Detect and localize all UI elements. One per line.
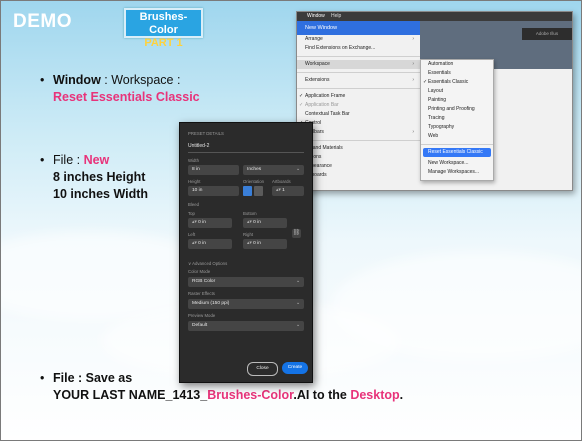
height-label: Height — [188, 179, 201, 184]
badge-title: Brushes-Color — [139, 11, 188, 36]
new-document-dialog: PRESET DETAILS Untitled-2 Width 8 in Inc… — [179, 122, 313, 383]
menu-item-control[interactable]: Control — [297, 119, 420, 128]
width-label: Width — [188, 158, 199, 163]
app-title-bar: Adobe Illus — [522, 28, 572, 40]
height-input[interactable]: 10 in — [188, 186, 239, 196]
raster-effects-select[interactable]: Medium (150 ppi) ⌄ — [188, 299, 304, 309]
submenu-tracing[interactable]: Tracing — [421, 114, 493, 123]
preview-mode-select[interactable]: Default ⌄ — [188, 321, 304, 331]
units-select[interactable]: Inches ⌄ — [243, 165, 304, 175]
landscape-orientation-icon[interactable] — [254, 186, 263, 196]
bleed-top-label: Top — [188, 211, 195, 216]
submenu-layout[interactable]: Layout — [421, 87, 493, 96]
submenu-web[interactable]: Web — [421, 132, 493, 141]
badge-part: PART 1 — [144, 37, 183, 49]
raster-effects-label: Raster Effects — [188, 291, 215, 296]
color-mode-label: Color Mode — [188, 269, 211, 274]
color-mode-select[interactable]: RGB Color ⌄ — [188, 277, 304, 287]
orientation-label: Orientation — [243, 179, 265, 184]
menubar-help[interactable]: Help — [331, 13, 341, 19]
menu-item-arrange[interactable]: Arrange › — [297, 35, 420, 44]
menu-item-find-extensions[interactable]: Find Extensions on Exchange... — [297, 44, 420, 53]
artboards-input[interactable]: ▴▾ 1 — [272, 186, 304, 196]
bullet-window: • Window : Workspace : Reset Essentials … — [40, 73, 200, 104]
height-instruction: 8 inches Height — [53, 170, 146, 184]
menu-item-appearance[interactable]: Appearance — [297, 162, 420, 171]
bleed-left-input[interactable]: ▴▾ 0 in — [188, 239, 232, 249]
window-menu-screenshot: Window Help New Window Adobe Illus Arran… — [296, 11, 573, 191]
close-button[interactable]: Close — [247, 362, 278, 376]
menu-item-extensions[interactable]: Extensions › — [297, 76, 420, 85]
new-label: New — [83, 153, 110, 167]
bleed-bottom-label: Bottom — [243, 211, 257, 216]
width-input[interactable]: 8 in — [188, 165, 239, 175]
menu-item-contextual-task-bar[interactable]: Contextual Task Bar — [297, 110, 420, 119]
submenu-manage-workspaces[interactable]: Manage Workspaces... — [421, 168, 493, 177]
submenu-painting[interactable]: Painting — [421, 96, 493, 105]
link-icon[interactable]: ⛓ — [292, 229, 301, 238]
bleed-left-label: Left — [188, 232, 196, 237]
bleed-right-input[interactable]: ▴▾ 0 in — [243, 239, 287, 249]
window-label: Window — [53, 73, 101, 87]
bleed-right-label: Right — [243, 232, 254, 237]
submenu-typography[interactable]: Typography — [421, 123, 493, 132]
save-filename: YOUR LAST NAME_1413_Brushes-Color.AI to … — [53, 388, 404, 402]
reset-workspace-label: Reset Essentials Classic — [53, 90, 200, 104]
bullet-file-new: • File : New 8 inches Height 10 inches W… — [40, 153, 149, 201]
file-label: File : — [53, 153, 84, 167]
width-instruction: 10 inches Width — [53, 187, 149, 201]
submenu-printing-proofing[interactable]: Printing and Proofing — [421, 105, 493, 114]
preview-mode-label: Preview Mode — [188, 313, 216, 318]
part-badge: Brushes-Color PART 1 — [124, 8, 203, 49]
menu-item-toolbars[interactable]: Toolbars › — [297, 128, 420, 137]
workspace-submenu: Automation Essentials Essentials Classic… — [420, 59, 494, 181]
document-name-field[interactable]: Untitled-2 — [188, 143, 209, 149]
submenu-essentials[interactable]: Essentials — [421, 69, 493, 78]
menu-item-application-frame[interactable]: Application Frame — [297, 92, 420, 101]
save-instruction: File : Save as — [53, 371, 133, 385]
submenu-automation[interactable]: Automation — [421, 60, 493, 69]
menu-item-workspace[interactable]: Workspace › — [297, 60, 420, 69]
bleed-bottom-input[interactable]: ▴▾ 0 in — [243, 218, 287, 228]
bleed-top-input[interactable]: ▴▾ 0 in — [188, 218, 232, 228]
advanced-options-toggle[interactable]: ∨ Advanced Options — [188, 261, 227, 267]
artboards-label: Artboards — [272, 179, 291, 184]
menu-item-application-bar[interactable]: Application Bar — [297, 101, 420, 110]
menubar-window[interactable]: Window — [307, 13, 325, 19]
menu-item-3d-materials[interactable]: 3D and Materials — [297, 144, 420, 153]
create-button[interactable]: Create — [282, 362, 308, 374]
menu-bar: Window Help — [297, 12, 572, 21]
preset-details-heading: PRESET DETAILS — [188, 131, 224, 136]
menu-item-actions[interactable]: Actions — [297, 153, 420, 162]
portrait-orientation-icon[interactable] — [243, 186, 252, 196]
submenu-essentials-classic[interactable]: Essentials Classic — [421, 78, 493, 87]
slide: DEMO Brushes-Color PART 1 • Window : Wor… — [0, 0, 582, 441]
submenu-reset-essentials-classic[interactable]: Reset Essentials Classic — [423, 148, 491, 157]
slide-heading: DEMO — [13, 11, 72, 32]
submenu-new-workspace[interactable]: New Workspace... — [421, 159, 493, 168]
bleed-label: Bleed — [188, 202, 199, 207]
window-menu-list: Arrange › Find Extensions on Exchange... … — [297, 35, 420, 180]
menu-item-artboards[interactable]: Artboards — [297, 171, 420, 180]
workspace-label: : Workspace : — [100, 73, 181, 87]
